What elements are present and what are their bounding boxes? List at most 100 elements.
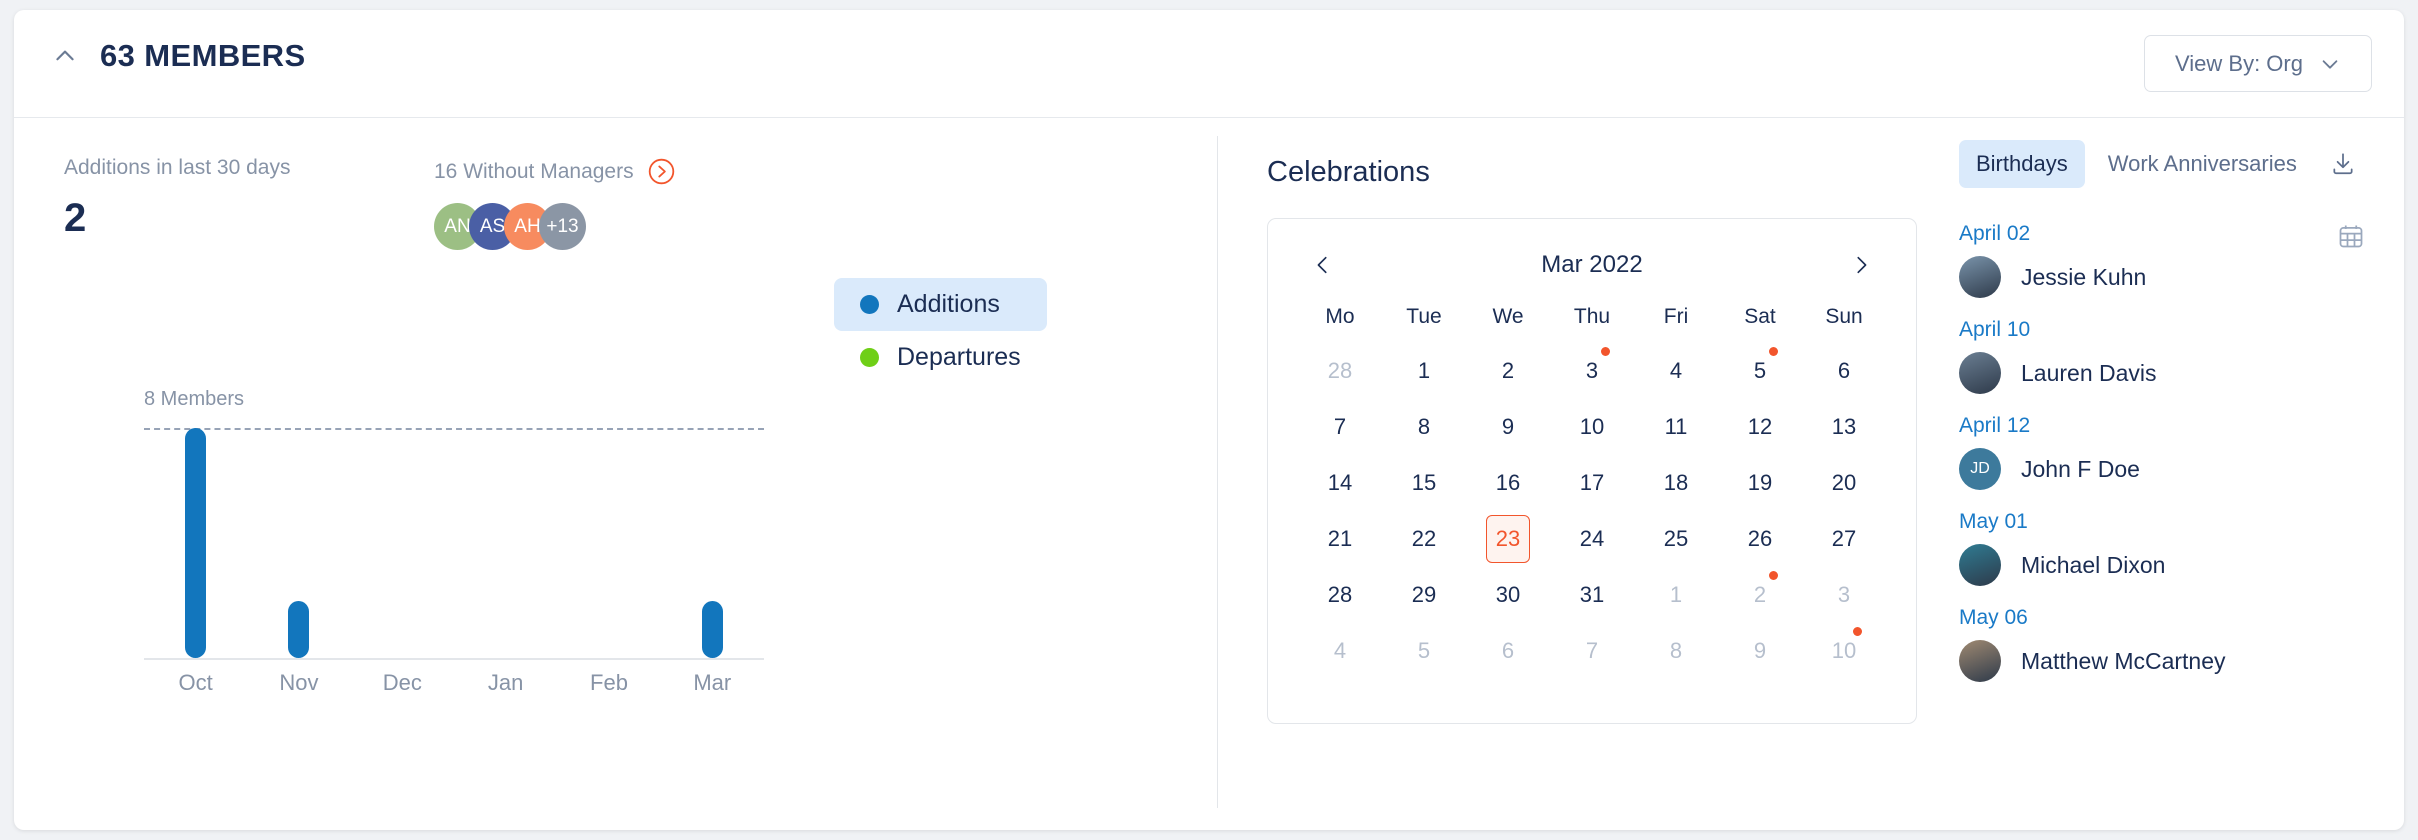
calendar-day-number: 24 xyxy=(1579,526,1605,551)
calendar-day[interactable]: 22 xyxy=(1382,511,1466,567)
page-title: 63 MEMBERS xyxy=(100,38,306,73)
list-item[interactable]: Matthew McCartney xyxy=(1959,640,2379,682)
calendar-header: Mar 2022 xyxy=(1298,245,1886,285)
calendar-day-number: 5 xyxy=(1753,358,1767,383)
calendar-day-number: 10 xyxy=(1579,414,1605,439)
tab-work-anniversaries[interactable]: Work Anniversaries xyxy=(2091,140,2314,188)
chart-bar[interactable] xyxy=(701,600,723,658)
calendar-day[interactable]: 25 xyxy=(1634,511,1718,567)
calendar-day[interactable]: 3 xyxy=(1802,567,1886,623)
calendar-day[interactable]: 4 xyxy=(1298,623,1382,679)
calendar-day[interactable]: 15 xyxy=(1382,455,1466,511)
chevron-left-icon[interactable] xyxy=(1312,254,1334,276)
calendar-day-number: 25 xyxy=(1663,526,1689,551)
chart-bar[interactable] xyxy=(185,428,207,658)
celebrations-list: April 02 Jessie Kuhn April 10 Lauren Davis A… xyxy=(1959,222,2379,682)
chart-x-label: Dec xyxy=(382,670,422,695)
chart-bar-slot xyxy=(454,428,557,658)
calendar-day[interactable]: 5 xyxy=(1718,343,1802,399)
calendar-day[interactable]: 31 xyxy=(1550,567,1634,623)
calendar-day[interactable]: 10 xyxy=(1550,399,1634,455)
calendar-day[interactable]: 7 xyxy=(1298,399,1382,455)
list-item-name: Matthew McCartney xyxy=(2021,647,2226,674)
chevron-right-icon[interactable] xyxy=(1850,254,1872,276)
avatar[interactable]: +13 xyxy=(539,203,586,250)
header-left-group: 63 MEMBERS xyxy=(52,38,306,74)
calendar-day-number: 4 xyxy=(1669,358,1683,383)
calendar-day[interactable]: 24 xyxy=(1550,511,1634,567)
calendar-day[interactable]: 18 xyxy=(1634,455,1718,511)
calendar-weekday: Mo xyxy=(1325,305,1355,328)
calendar-day[interactable]: 8 xyxy=(1382,399,1466,455)
calendar-day[interactable]: 30 xyxy=(1466,567,1550,623)
tab-birthdays[interactable]: Birthdays xyxy=(1959,140,2085,188)
calendar-icon[interactable] xyxy=(2337,222,2365,250)
calendar-day[interactable]: 3 xyxy=(1550,343,1634,399)
chevron-down-icon xyxy=(2319,53,2341,75)
calendar-day[interactable]: 16 xyxy=(1466,455,1550,511)
chart-bar-slot xyxy=(144,428,247,658)
list-item[interactable]: JD John F Doe xyxy=(1959,448,2379,490)
calendar-day[interactable]: 10 xyxy=(1802,623,1886,679)
calendar-day-selected[interactable]: 23 xyxy=(1466,511,1550,567)
calendar-day[interactable]: 9 xyxy=(1466,399,1550,455)
legend-label: Departures xyxy=(897,343,1021,371)
calendar-day-number: 15 xyxy=(1411,470,1437,495)
calendar-day[interactable]: 4 xyxy=(1634,343,1718,399)
calendar-day[interactable]: 1 xyxy=(1382,343,1466,399)
calendar-day[interactable]: 28 xyxy=(1298,343,1382,399)
calendar-day[interactable]: 26 xyxy=(1718,511,1802,567)
calendar-weekday: Fri xyxy=(1663,305,1689,328)
calendar-day[interactable]: 27 xyxy=(1802,511,1886,567)
calendar-day[interactable]: 13 xyxy=(1802,399,1886,455)
celebrations-panel: Birthdays Work Anniversaries April 02 Jess… xyxy=(1959,140,2379,830)
list-item[interactable]: Michael Dixon xyxy=(1959,544,2379,586)
calendar-day-number: 14 xyxy=(1327,470,1353,495)
chevron-up-icon[interactable] xyxy=(52,43,78,69)
calendar-day[interactable]: 28 xyxy=(1298,567,1382,623)
chart-bar[interactable] xyxy=(288,600,310,658)
avatar xyxy=(1959,640,2001,682)
chart-legend: Additions Departures xyxy=(834,278,1047,384)
download-icon[interactable] xyxy=(2330,151,2356,177)
calendar-day[interactable]: 14 xyxy=(1298,455,1382,511)
calendar-day[interactable]: 11 xyxy=(1634,399,1718,455)
calendar-day-number: 11 xyxy=(1664,414,1688,439)
calendar-day[interactable]: 5 xyxy=(1382,623,1466,679)
chart-bar-slot xyxy=(351,428,454,658)
calendar-day[interactable]: 1 xyxy=(1634,567,1718,623)
list-date-header: April 02 xyxy=(1959,222,2031,245)
calendar-day[interactable]: 2 xyxy=(1466,343,1550,399)
calendar-day[interactable]: 8 xyxy=(1634,623,1718,679)
calendar-day-number: 9 xyxy=(1501,414,1515,439)
list-item[interactable]: Jessie Kuhn xyxy=(1959,256,2379,298)
calendar-day-number: 29 xyxy=(1411,582,1437,607)
legend-item-additions[interactable]: Additions xyxy=(834,278,1047,331)
calendar-day-number: 3 xyxy=(1837,582,1851,607)
calendar-day[interactable]: 2 xyxy=(1718,567,1802,623)
calendar-day[interactable]: 6 xyxy=(1466,623,1550,679)
calendar-day[interactable]: 19 xyxy=(1718,455,1802,511)
calendar-event-dot-icon xyxy=(1769,571,1778,580)
calendar-day-number: 1 xyxy=(1417,358,1431,383)
calendar-day[interactable]: 17 xyxy=(1550,455,1634,511)
calendar-day[interactable]: 7 xyxy=(1550,623,1634,679)
legend-item-departures[interactable]: Departures xyxy=(834,331,1047,384)
calendar-day-number: 21 xyxy=(1327,526,1353,551)
calendar-day[interactable]: 20 xyxy=(1802,455,1886,511)
calendar-day[interactable]: 12 xyxy=(1718,399,1802,455)
calendar-day-number: 2 xyxy=(1501,358,1515,383)
calendar-day[interactable]: 29 xyxy=(1382,567,1466,623)
calendar-day[interactable]: 6 xyxy=(1802,343,1886,399)
celebrations-calendar: Mar 2022 Mo Tue We Thu Fri Sat Sun 28 1 2 3 4 5 6 7 8 9 1… xyxy=(1267,218,1917,724)
avatar xyxy=(1959,544,2001,586)
arrow-right-circle-icon[interactable] xyxy=(648,158,675,185)
calendar-day-number: 5 xyxy=(1417,638,1431,663)
list-item[interactable]: Lauren Davis xyxy=(1959,352,2379,394)
view-by-dropdown[interactable]: View By: Org xyxy=(2144,35,2372,92)
chart-x-label: Mar xyxy=(693,670,732,695)
list-date-header: April 10 xyxy=(1959,318,2031,341)
calendar-day[interactable]: 21 xyxy=(1298,511,1382,567)
calendar-day[interactable]: 9 xyxy=(1718,623,1802,679)
calendar-day-number: 19 xyxy=(1747,470,1773,495)
